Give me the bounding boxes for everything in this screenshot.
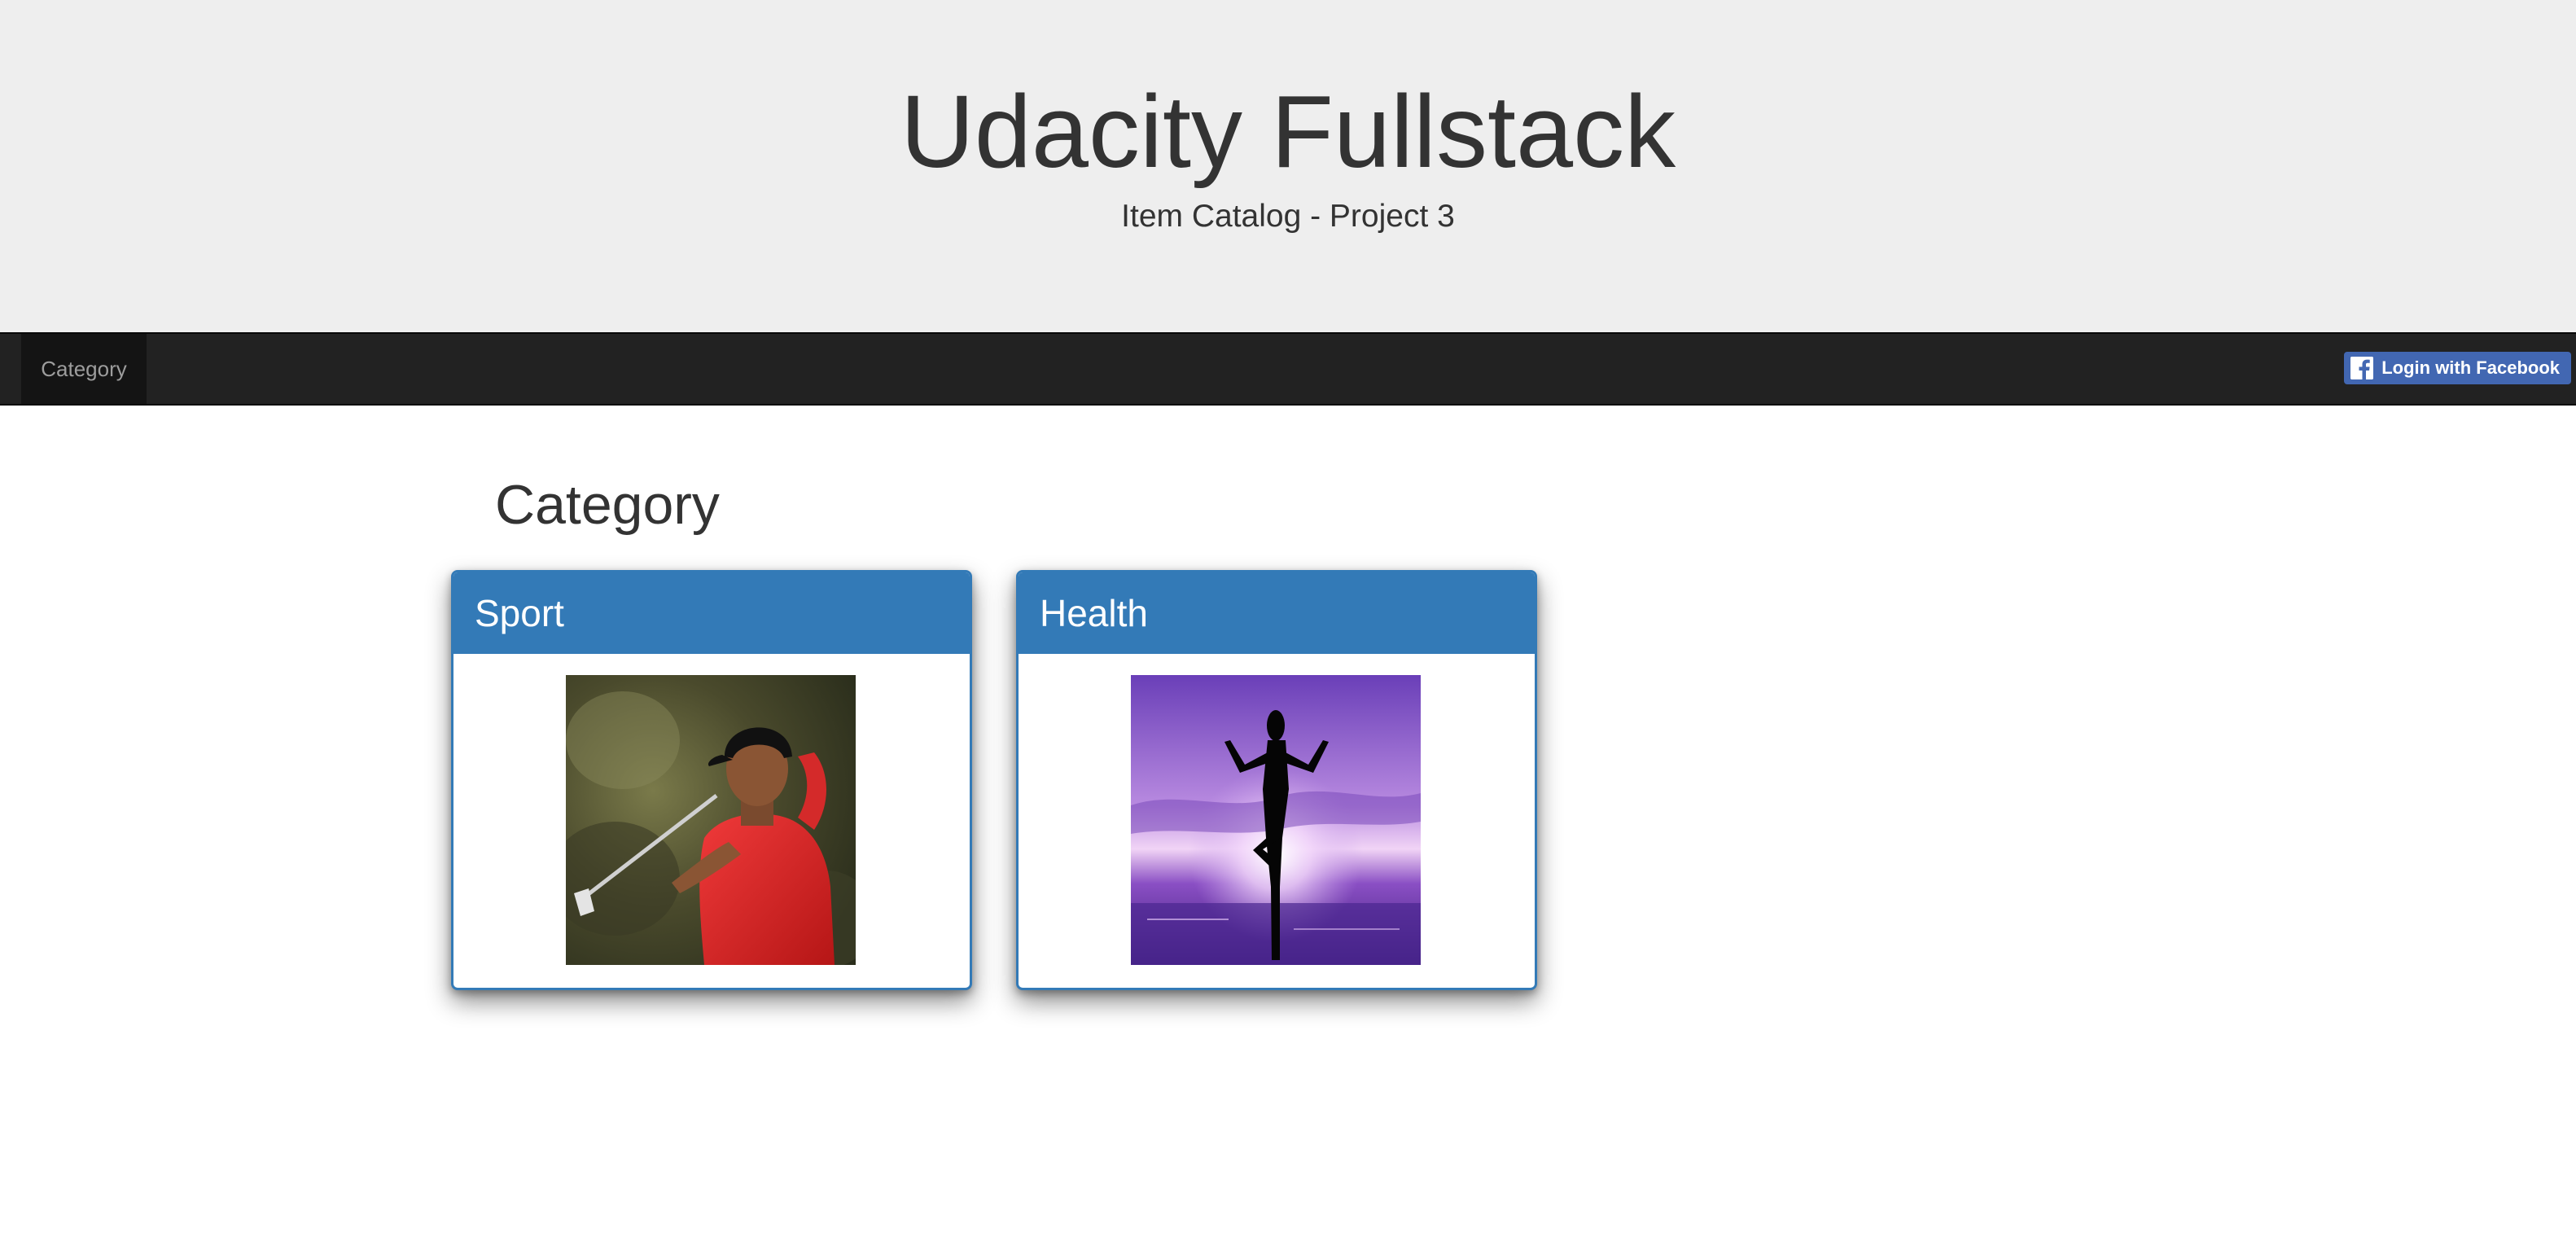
site-subtitle: Item Catalog - Project 3 [1121,199,1455,234]
golfer-photo [566,675,856,965]
category-card-sport[interactable]: Sport [451,570,972,990]
facebook-login-button[interactable]: Login with Facebook [2344,352,2571,384]
nav-item-category[interactable]: Category [21,334,147,404]
jumbotron-header: Udacity Fullstack Item Catalog - Project… [0,0,2576,332]
card-title: Sport [453,572,970,654]
section-heading: Category [495,474,720,536]
facebook-icon [2350,357,2374,379]
site-title: Udacity Fullstack [900,74,1676,189]
facebook-login-label: Login with Facebook [2381,357,2560,378]
category-card-health[interactable]: Health [1016,570,1537,990]
card-title: Health [1019,572,1535,654]
navbar: Category Login with Facebook [0,332,2576,406]
yoga-silhouette-photo [1131,675,1421,965]
